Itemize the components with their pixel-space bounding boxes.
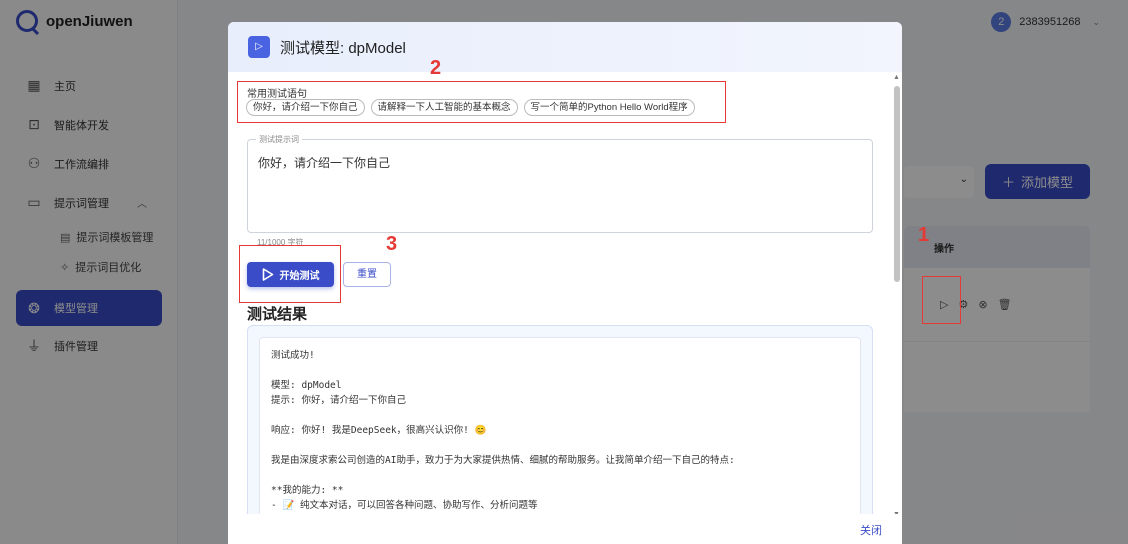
result-title: 测试结果 — [247, 306, 308, 323]
scroll-up-icon[interactable]: ▲ — [893, 74, 900, 81]
close-button[interactable]: 关闭 — [860, 522, 882, 538]
annotation-number-2: 2 — [430, 57, 442, 79]
annotation-box-1 — [922, 276, 961, 324]
annotation-number-1: 1 — [918, 224, 930, 246]
annotation-box-3 — [239, 245, 341, 303]
annotation-number-3: 3 — [386, 233, 398, 255]
reset-button[interactable]: 重置 — [343, 262, 391, 287]
result-panel: 测试成功! 模型: dpModel 提示: 你好，请介绍一下你自己 响应: 你好… — [247, 325, 873, 514]
scroll-thumb[interactable] — [894, 86, 900, 282]
dialog-title: 测试模型: dpModel — [280, 39, 406, 57]
result-text: 测试成功! 模型: dpModel 提示: 你好，请介绍一下你自己 响应: 你好… — [259, 337, 861, 514]
annotation-box-2 — [237, 81, 726, 123]
dialog-footer: 关闭 — [228, 514, 902, 544]
prompt-textarea[interactable]: 测试提示词 你好，请介绍一下你自己 — [247, 134, 873, 233]
prompt-legend: 测试提示词 — [256, 134, 302, 145]
dialog-scrollbar[interactable]: ▲ ▼ — [893, 74, 900, 518]
dialog-header: ▷ 测试模型: dpModel — [228, 22, 902, 72]
prompt-value: 你好，请介绍一下你自己 — [258, 156, 391, 170]
play-icon: ▷ — [248, 36, 270, 58]
